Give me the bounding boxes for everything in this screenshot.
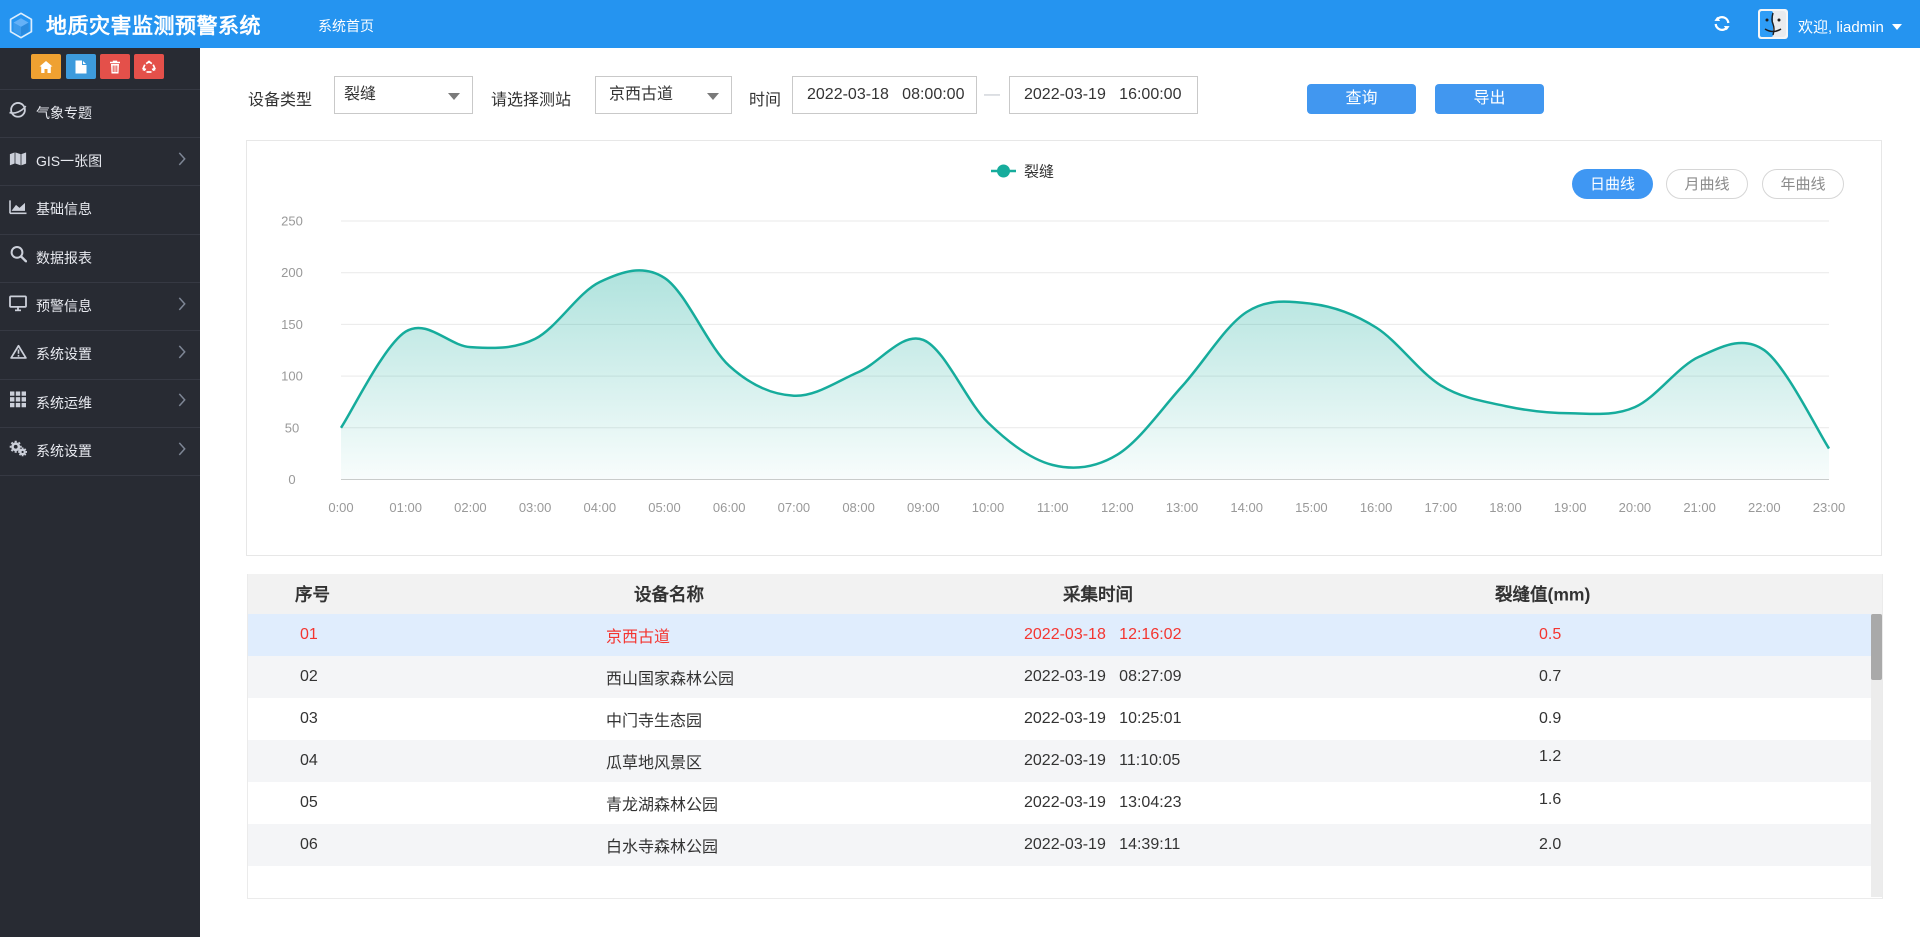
svg-text:04:00: 04:00 (584, 500, 617, 515)
svg-text:0:00: 0:00 (328, 500, 353, 515)
svg-text:11:00: 11:00 (1037, 500, 1069, 515)
svg-text:年曲线: 年曲线 (1780, 176, 1825, 193)
svg-text:03:00: 03:00 (519, 500, 552, 515)
svg-text:50: 50 (285, 420, 299, 435)
svg-text:02:00: 02:00 (454, 500, 487, 515)
svg-text:日曲线: 日曲线 (1590, 176, 1635, 193)
svg-text:20:00: 20:00 (1619, 500, 1652, 515)
svg-text:裂缝: 裂缝 (1024, 164, 1054, 181)
svg-text:150: 150 (281, 317, 303, 332)
svg-text:15:00: 15:00 (1295, 500, 1328, 515)
svg-text:13:00: 13:00 (1166, 500, 1199, 515)
svg-text:23:00: 23:00 (1813, 500, 1846, 515)
svg-text:月曲线: 月曲线 (1684, 176, 1729, 193)
svg-text:16:00: 16:00 (1360, 500, 1393, 515)
svg-text:21:00: 21:00 (1683, 500, 1716, 515)
svg-text:12:00: 12:00 (1101, 500, 1134, 515)
svg-text:0: 0 (288, 472, 295, 487)
svg-text:09:00: 09:00 (907, 500, 940, 515)
svg-text:14:00: 14:00 (1230, 500, 1263, 515)
svg-text:19:00: 19:00 (1554, 500, 1587, 515)
svg-text:100: 100 (281, 369, 303, 384)
svg-text:18:00: 18:00 (1489, 500, 1522, 515)
svg-text:06:00: 06:00 (713, 500, 746, 515)
svg-text:250: 250 (281, 214, 303, 229)
svg-text:22:00: 22:00 (1748, 500, 1781, 515)
svg-text:10:00: 10:00 (972, 500, 1005, 515)
svg-text:08:00: 08:00 (842, 500, 875, 515)
svg-text:07:00: 07:00 (778, 500, 811, 515)
svg-text:17:00: 17:00 (1425, 500, 1458, 515)
svg-text:200: 200 (281, 265, 303, 280)
svg-text:05:00: 05:00 (648, 500, 681, 515)
svg-text:01:00: 01:00 (389, 500, 422, 515)
